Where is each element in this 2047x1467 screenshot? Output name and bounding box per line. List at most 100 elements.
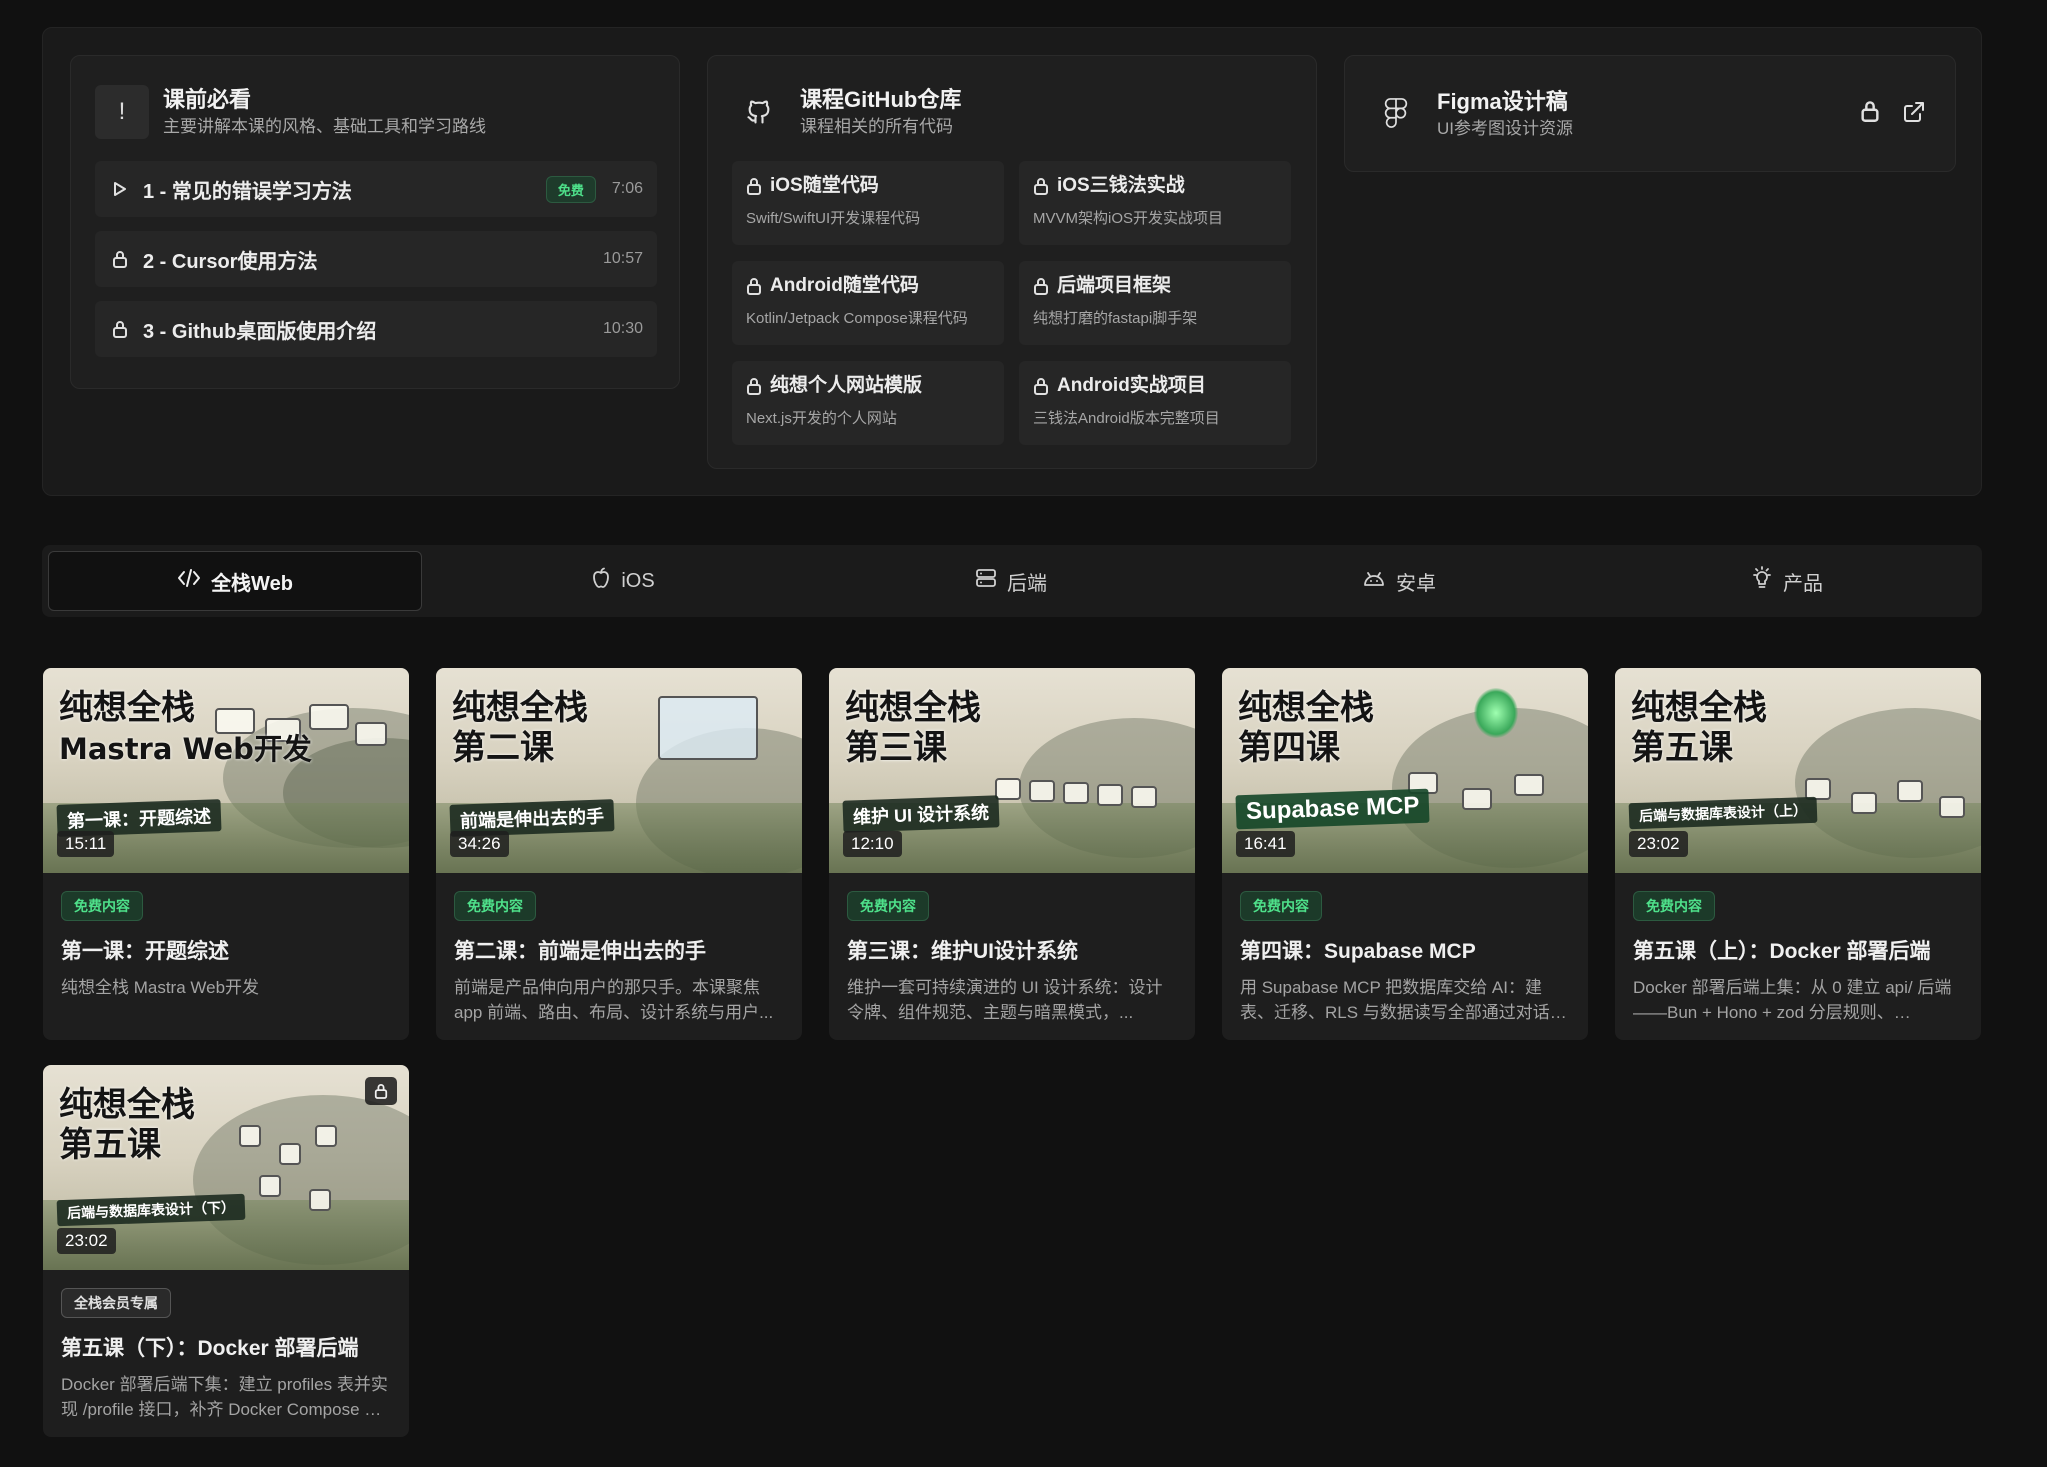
thumb-line2: 第五课	[1631, 728, 1733, 768]
video-thumbnail[interactable]: 纯想全栈 Mastra Web开发 第一课：开题综述 15:11	[43, 668, 409, 873]
video-card[interactable]: 纯想全栈 Mastra Web开发 第一课：开题综述 15:11 免费内容 第一课…	[43, 668, 409, 1040]
external-link-icon[interactable]	[1902, 100, 1926, 129]
video-desc: Docker 部署后端上集：从 0 建立 api/ 后端 ——Bun + Hon…	[1633, 978, 1952, 1022]
video-desc: Docker 部署后端下集：建立 profiles 表并实现 /profile …	[61, 1375, 388, 1419]
repo-title: 后端项目框架	[1057, 275, 1172, 296]
tab-label: iOS	[621, 569, 655, 592]
member-badge: 全栈会员专属	[61, 1288, 171, 1318]
lock-icon	[1033, 277, 1049, 295]
video-card[interactable]: 纯想全栈 第四课 Supabase MCP 16:41 免费内容 第四课：Supa…	[1222, 668, 1588, 1040]
free-badge: 免费内容	[61, 891, 143, 921]
free-badge: 免费内容	[454, 891, 536, 921]
video-duration: 34:26	[450, 831, 509, 857]
github-subtitle: 课程相关的所有代码	[800, 117, 953, 136]
video-card[interactable]: 纯想全栈 第五课 后端与数据库表设计（上） 23:02 免费内容 第五课（上）：D…	[1615, 668, 1981, 1040]
free-badge: 免费内容	[847, 891, 929, 921]
repo-desc: Kotlin/Jetpack Compose课程代码	[746, 310, 968, 327]
lesson-label: 3 - Github桌面版使用介绍	[143, 320, 377, 343]
thumb-line2: 第五课	[59, 1125, 161, 1165]
thumb-line2: Mastra Web开发	[59, 732, 312, 766]
lock-icon	[1860, 100, 1880, 129]
tab-android[interactable]: 安卓	[1212, 551, 1586, 611]
tab-label: 产品	[1783, 572, 1823, 595]
tab-label: 全栈Web	[211, 572, 293, 595]
prereq-card: ! 课前必看 主要讲解本课的风格、基础工具和学习路线 1 - 常见的错误学习方法…	[70, 55, 680, 389]
thumb-line1: 纯想全栈	[1238, 688, 1374, 728]
lock-icon	[109, 250, 131, 268]
repo-desc: Swift/SwiftUI开发课程代码	[746, 210, 921, 227]
category-tabs: 全栈Web iOS 后端 安卓 产品	[42, 545, 1982, 617]
course-resources-panel: ! 课前必看 主要讲解本课的风格、基础工具和学习路线 1 - 常见的错误学习方法…	[42, 27, 1982, 496]
lesson-label: 2 - Cursor使用方法	[143, 250, 318, 273]
video-thumbnail[interactable]: 纯想全栈 第四课 Supabase MCP 16:41	[1222, 668, 1588, 873]
figma-header: Figma设计稿 UI参考图设计资源	[1369, 82, 1931, 146]
tab-product[interactable]: 产品	[1600, 551, 1974, 611]
video-card[interactable]: 纯想全栈 第五课 后端与数据库表设计（下） 23:02 全栈会员专属 第五课（下）…	[43, 1065, 409, 1437]
video-desc: 维护一套可持续演进的 UI 设计系统：设计令牌、组件规范、主题与暗黑模式，...	[847, 978, 1163, 1022]
figma-title: Figma设计稿	[1437, 89, 1568, 114]
video-desc: 前端是产品伸向用户的那只手。本课聚焦 app 前端、路由、布局、设计系统与用户.…	[454, 978, 774, 1022]
repo-card[interactable]: 后端项目框架 纯想打磨的fastapi脚手架	[1019, 261, 1291, 345]
video-card[interactable]: 纯想全栈 第二课 前端是伸出去的手 34:26 免费内容 第二课：前端是伸出去的手…	[436, 668, 802, 1040]
exclamation-icon: !	[95, 85, 149, 139]
lock-icon	[746, 177, 762, 195]
android-icon	[1362, 569, 1386, 593]
thumb-ribbon: Supabase MCP	[1235, 788, 1430, 830]
video-duration: 23:02	[57, 1228, 116, 1254]
repo-card[interactable]: 纯想个人网站模版 Next.js开发的个人网站	[732, 361, 1004, 445]
apple-icon	[591, 567, 611, 595]
video-duration: 16:41	[1236, 831, 1295, 857]
figma-subtitle: UI参考图设计资源	[1437, 119, 1573, 138]
repo-title: 纯想个人网站模版	[770, 375, 923, 396]
repo-card[interactable]: iOS随堂代码 Swift/SwiftUI开发课程代码	[732, 161, 1004, 245]
free-tag: 免费	[545, 175, 596, 203]
repo-card[interactable]: iOS三钱法实战 MVVM架构iOS开发实战项目	[1019, 161, 1291, 245]
repo-desc: MVVM架构iOS开发实战项目	[1033, 210, 1224, 227]
video-card[interactable]: 纯想全栈 第三课 维护 UI 设计系统 12:10 免费内容 第三课：维护UI设计…	[829, 668, 1195, 1040]
repo-card[interactable]: Android实战项目 三钱法Android版本完整项目	[1019, 361, 1291, 445]
free-badge: 免费内容	[1633, 891, 1715, 921]
free-badge: 免费内容	[1240, 891, 1322, 921]
thumb-line1: 纯想全栈	[845, 688, 981, 728]
github-title: 课程GitHub仓库	[800, 87, 962, 112]
tab-fullstack-web[interactable]: 全栈Web	[48, 551, 422, 611]
github-header: 课程GitHub仓库 课程相关的所有代码	[732, 80, 1292, 144]
prereq-lesson[interactable]: 1 - 常见的错误学习方法 免费 7:06	[95, 161, 657, 217]
lock-icon	[1033, 177, 1049, 195]
thumb-line1: 纯想全栈	[59, 688, 195, 728]
lock-icon	[1033, 377, 1049, 395]
prereq-subtitle: 主要讲解本课的风格、基础工具和学习路线	[163, 117, 486, 136]
prereq-lesson[interactable]: 2 - Cursor使用方法 10:57	[95, 231, 657, 287]
lesson-label: 1 - 常见的错误学习方法	[143, 180, 352, 203]
tab-ios[interactable]: iOS	[436, 551, 810, 611]
video-desc: 纯想全栈 Mastra Web开发	[61, 978, 260, 997]
video-title: 第一课：开题综述	[61, 940, 229, 963]
video-thumbnail[interactable]: 纯想全栈 第五课 后端与数据库表设计（上） 23:02	[1615, 668, 1981, 873]
video-thumbnail[interactable]: 纯想全栈 第三课 维护 UI 设计系统 12:10	[829, 668, 1195, 873]
video-title: 第五课（上）：Docker 部署后端	[1633, 940, 1931, 963]
thumb-line1: 纯想全栈	[1631, 688, 1767, 728]
repo-desc: Next.js开发的个人网站	[746, 410, 897, 427]
tab-backend[interactable]: 后端	[824, 551, 1198, 611]
lock-icon	[365, 1077, 397, 1105]
tab-label: 安卓	[1396, 572, 1436, 595]
video-title: 第五课（下）：Docker 部署后端	[61, 1337, 359, 1360]
play-icon	[109, 182, 131, 196]
video-thumbnail[interactable]: 纯想全栈 第五课 后端与数据库表设计（下） 23:02	[43, 1065, 409, 1270]
thumb-line2: 第四课	[1238, 728, 1340, 768]
github-icon	[732, 85, 786, 139]
server-icon	[975, 568, 997, 594]
video-title: 第四课：Supabase MCP	[1240, 940, 1476, 963]
video-thumbnail[interactable]: 纯想全栈 第二课 前端是伸出去的手 34:26	[436, 668, 802, 873]
thumb-line2: 第二课	[452, 728, 554, 768]
prereq-lesson[interactable]: 3 - Github桌面版使用介绍 10:30	[95, 301, 657, 357]
video-duration: 15:11	[57, 831, 115, 857]
github-card: 课程GitHub仓库 课程相关的所有代码 iOS随堂代码 Swift/Swift…	[707, 55, 1317, 469]
lock-icon	[109, 320, 131, 338]
repo-title: Android实战项目	[1057, 375, 1206, 396]
video-title: 第二课：前端是伸出去的手	[454, 940, 706, 963]
tab-label: 后端	[1007, 572, 1047, 595]
repo-desc: 三钱法Android版本完整项目	[1033, 410, 1220, 427]
figma-icon	[1369, 87, 1423, 141]
repo-card[interactable]: Android随堂代码 Kotlin/Jetpack Compose课程代码	[732, 261, 1004, 345]
